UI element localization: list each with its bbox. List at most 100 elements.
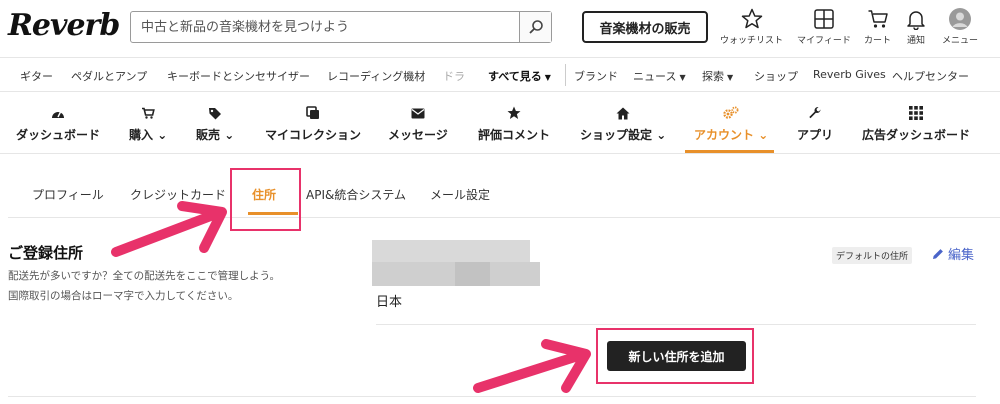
site-header: Reverb 音楽機材の販売 ウォッチリスト マイフィード カート 通知 メニュ… (0, 0, 1000, 58)
tab-shop-settings-text: ショップ設定 (580, 128, 653, 142)
tab-selling-label: 販売 ⌄ (196, 126, 234, 143)
arrow-to-add-button-icon (473, 339, 591, 393)
category-pedals-amps[interactable]: ペダルとアンプ (71, 68, 147, 84)
category-drums[interactable]: ドラ (443, 68, 465, 84)
category-recording[interactable]: レコーディング機材 (327, 68, 425, 84)
star-outline-icon (741, 8, 762, 29)
chevron-down-icon: ⌄ (656, 128, 667, 142)
envelope-icon (411, 106, 425, 120)
cart-icon (141, 106, 155, 120)
wrench-icon (808, 106, 822, 120)
dashboard-nav: ダッシュボード 購入 ⌄ 販売 ⌄ マイコレクション メッセージ 評価コメント … (0, 92, 1000, 154)
chevron-down-icon: ▼ (544, 73, 551, 82)
tab-buying-label: 購入 ⌄ (129, 126, 167, 143)
pencil-icon (933, 248, 943, 259)
tab-account-text: アカウント (694, 128, 755, 142)
address-country: 日本 (376, 295, 403, 310)
cart-icon (868, 10, 888, 28)
tab-my-collection[interactable]: マイコレクション (265, 106, 361, 143)
nav-shops[interactable]: ショップ (754, 68, 798, 84)
tab-feedback[interactable]: 評価コメント (478, 106, 550, 143)
chevron-down-icon: ⌄ (224, 128, 235, 142)
watchlist-label: ウォッチリスト (720, 36, 784, 46)
tag-icon (208, 106, 222, 120)
cart-button[interactable]: カート (864, 8, 891, 46)
category-guitars[interactable]: ギター (20, 68, 53, 84)
tab-ads-dashboard-label: 広告ダッシュボード (862, 128, 971, 142)
nav-help-center[interactable]: ヘルプセンター (892, 68, 969, 84)
notifications-button[interactable]: 通知 (905, 8, 927, 46)
nav-explore-label: 探索 (702, 70, 724, 83)
tab-messages-label: メッセージ (388, 128, 448, 142)
subtab-api-integrations[interactable]: API&統合システム (306, 186, 406, 203)
edit-label: 編集 (948, 248, 975, 263)
tab-selling[interactable]: 販売 ⌄ (196, 106, 234, 143)
addresses-description: 配送先が多いですか？全ての配送先をここで管理しよう。 (8, 270, 281, 282)
active-tab-underline (685, 150, 774, 153)
star-icon (507, 106, 521, 120)
chevron-down-icon: ⌄ (157, 128, 168, 142)
see-all-link[interactable]: すべて見る ▼ (488, 68, 551, 84)
tab-my-collection-label: マイコレクション (265, 128, 362, 142)
category-nav: ギター ペダルとアンプ キーボードとシンセサイザー レコーディング機材 ドラ す… (0, 58, 1000, 92)
chevron-down-icon: ⌄ (758, 128, 769, 142)
tab-buying-text: 購入 (129, 128, 154, 142)
blurred-address-block (455, 262, 490, 286)
search-icon (528, 20, 543, 34)
menu-button[interactable]: メニュー (942, 8, 978, 46)
sell-gear-button[interactable]: 音楽機材の販売 (582, 11, 708, 43)
tab-shop-settings-label: ショップ設定 ⌄ (580, 126, 666, 143)
cart-label: カート (864, 36, 892, 46)
feed-label: マイフィード (797, 36, 851, 46)
home-icon (616, 106, 630, 120)
arrow-to-addresses-tab-icon (111, 201, 227, 257)
tab-dashboard[interactable]: ダッシュボード (16, 106, 100, 143)
nav-news[interactable]: ニュース ▼ (633, 68, 686, 84)
watchlist-button[interactable]: ウォッチリスト (720, 8, 783, 46)
search-button[interactable] (519, 12, 551, 42)
avatar-icon (949, 8, 971, 30)
tab-feedback-label: 評価コメント (478, 128, 551, 142)
gauge-icon (51, 106, 65, 120)
addresses-romaji-note: 国際取引の場合はローマ字で入力してください。 (8, 290, 239, 302)
grid-icon (909, 106, 923, 120)
search-input[interactable] (131, 12, 521, 42)
tab-dashboard-label: ダッシュボード (16, 128, 101, 142)
feed-button[interactable]: マイフィード (797, 8, 851, 46)
subtab-profile[interactable]: プロフィール (32, 186, 104, 203)
subtab-highlight-box (230, 168, 301, 231)
gears-icon (723, 106, 739, 120)
address-divider (376, 324, 976, 325)
feed-grid-icon (814, 9, 834, 29)
bell-icon (907, 11, 925, 30)
nav-news-label: ニュース (633, 70, 677, 83)
menu-label: メニュー (942, 36, 979, 46)
tab-shop-settings[interactable]: ショップ設定 ⌄ (580, 106, 666, 143)
add-button-highlight-box (596, 328, 754, 384)
addresses-title: ご登録住所 (8, 244, 84, 262)
tab-buying[interactable]: 購入 ⌄ (129, 106, 167, 143)
nav-brands[interactable]: ブランド (574, 68, 618, 84)
reverb-logo[interactable]: Reverb (8, 8, 120, 43)
search-bar (130, 11, 552, 43)
tab-messages[interactable]: メッセージ (388, 106, 448, 143)
tab-apps-label: アプリ (797, 128, 834, 142)
default-address-badge: デフォルトの住所 (832, 247, 913, 264)
tab-apps[interactable]: アプリ (797, 106, 833, 143)
notifications-label: 通知 (906, 36, 925, 46)
chevron-down-icon: ▼ (727, 73, 734, 82)
blurred-address-line-1 (372, 240, 530, 262)
subtab-email-settings[interactable]: メール設定 (430, 186, 490, 203)
tab-ads-dashboard[interactable]: 広告ダッシュボード (862, 106, 970, 143)
see-all-label: すべて見る (488, 70, 542, 83)
chevron-down-icon: ▼ (679, 73, 686, 82)
edit-address-link[interactable]: 編集 (932, 244, 974, 263)
nav-divider (565, 64, 566, 86)
nav-reverb-gives[interactable]: Reverb Gives (813, 68, 886, 81)
tab-account[interactable]: アカウント ⌄ (694, 106, 768, 143)
tab-account-label: アカウント ⌄ (694, 126, 768, 143)
category-keyboards-synths[interactable]: キーボードとシンセサイザー (167, 68, 310, 84)
nav-explore[interactable]: 探索 ▼ (702, 68, 733, 84)
tab-selling-text: 販売 (196, 128, 221, 142)
collection-icon (306, 106, 320, 120)
